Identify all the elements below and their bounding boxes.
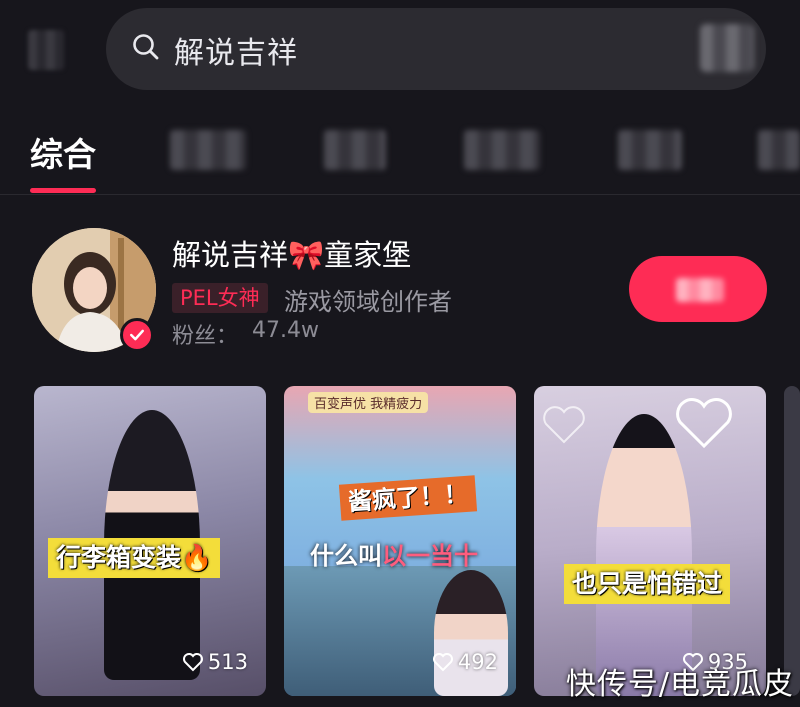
video-likes: 492 bbox=[432, 650, 498, 674]
heart-icon bbox=[182, 653, 203, 672]
video-likes-count: 492 bbox=[457, 650, 498, 674]
creator-field-label: 游戏领域创作者 bbox=[284, 288, 452, 316]
video-caption: 行李箱变装🔥 bbox=[48, 538, 221, 578]
video-streamer-figure bbox=[434, 570, 508, 696]
back-button-blurred[interactable] bbox=[28, 30, 64, 70]
video-tag: 酱疯了！！ bbox=[338, 475, 478, 521]
search-action-blurred[interactable] bbox=[700, 24, 754, 72]
tab-divider bbox=[0, 194, 800, 195]
follow-button-label-blurred bbox=[676, 278, 724, 302]
search-icon bbox=[133, 34, 159, 60]
fans-count: 47.4w bbox=[252, 318, 319, 343]
tab-blurred-1[interactable] bbox=[170, 130, 246, 170]
pel-badge: PEL女神 bbox=[172, 283, 268, 313]
tab-blurred-2[interactable] bbox=[324, 130, 386, 170]
heart-icon bbox=[432, 653, 453, 672]
video-thumbnail-figure bbox=[596, 414, 692, 696]
video-caption-prefix: 什么叫 bbox=[310, 542, 382, 570]
verified-badge-icon bbox=[120, 318, 154, 352]
tab-active-indicator bbox=[30, 188, 96, 193]
tab-comprehensive[interactable]: 综合 bbox=[30, 128, 96, 174]
watermark: 快传号/电竞瓜皮 bbox=[565, 667, 794, 702]
video-card[interactable]: 行李箱变装🔥 513 bbox=[34, 386, 266, 696]
video-card[interactable]: 也只是怕错过 935 bbox=[534, 386, 766, 696]
fans-label: 粉丝： bbox=[172, 324, 239, 349]
video-likes: 513 bbox=[182, 650, 248, 674]
video-card[interactable]: 百变声优 我精疲力 酱疯了！！ 什么叫以一当十 492 bbox=[284, 386, 516, 696]
video-likes-count: 513 bbox=[207, 650, 248, 674]
tab-blurred-5[interactable] bbox=[758, 130, 800, 170]
video-card-partial[interactable] bbox=[784, 386, 800, 696]
video-caption: 也只是怕错过 bbox=[564, 564, 731, 604]
tab-blurred-4[interactable] bbox=[618, 130, 682, 170]
tab-blurred-3[interactable] bbox=[464, 130, 540, 170]
video-caption-highlight: 以一当十 bbox=[382, 542, 478, 570]
video-top-banner: 百变声优 我精疲力 bbox=[308, 392, 429, 413]
video-caption: 什么叫以一当十 bbox=[310, 536, 478, 571]
search-query[interactable]: 解说吉祥 bbox=[174, 28, 298, 72]
user-name[interactable]: 解说吉祥🎀童家堡 bbox=[172, 232, 411, 274]
